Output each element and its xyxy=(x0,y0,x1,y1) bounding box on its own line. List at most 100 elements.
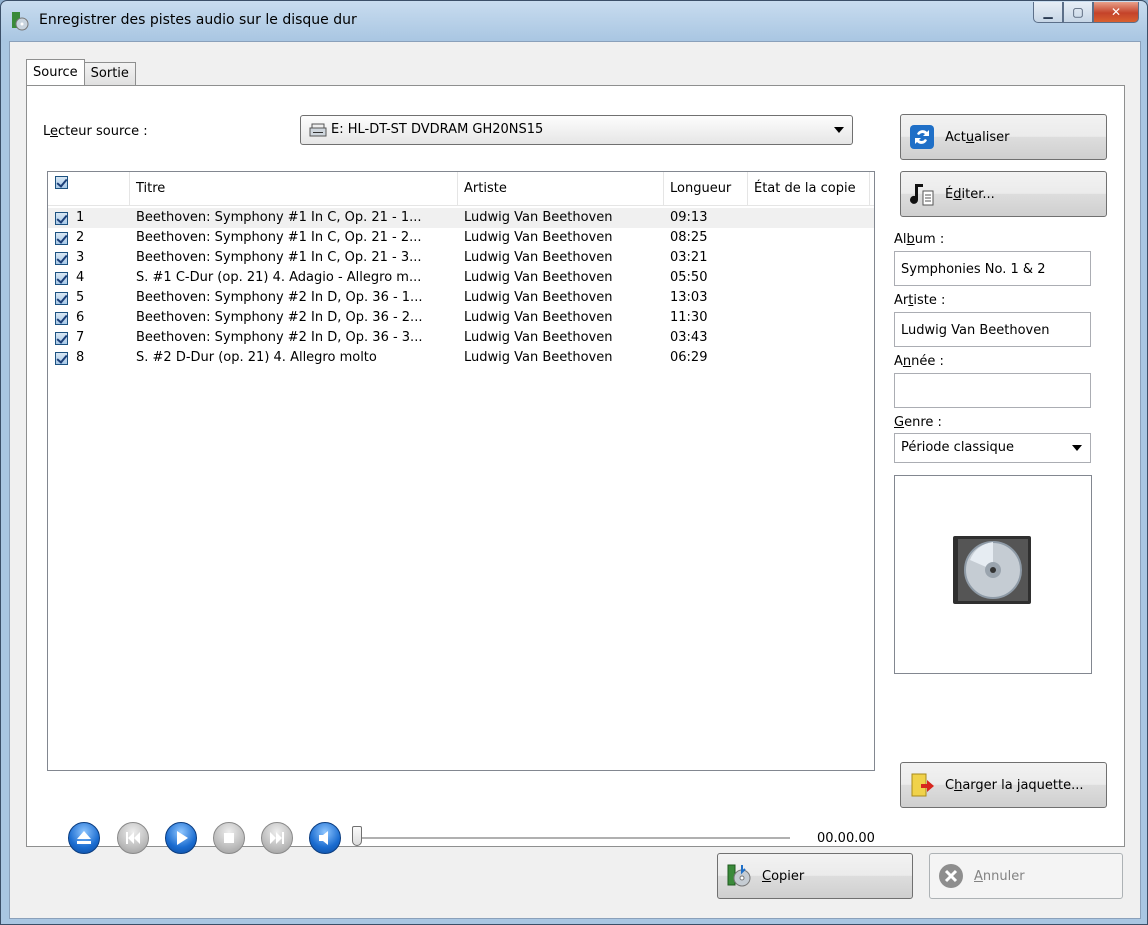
track-length: 08:25 xyxy=(670,230,708,245)
track-number: 6 xyxy=(76,310,85,325)
year-field[interactable] xyxy=(894,373,1091,408)
table-row[interactable]: 7 Beethoven: Symphony #2 In D, Op. 36 - 3… xyxy=(48,328,874,348)
close-icon: ✕ xyxy=(1110,5,1122,19)
track-checkbox[interactable] xyxy=(55,332,68,345)
seek-thumb[interactable] xyxy=(352,826,362,846)
tab-sortie[interactable]: Sortie xyxy=(83,62,136,85)
play-button[interactable] xyxy=(165,822,197,854)
stop-button[interactable] xyxy=(213,822,245,854)
track-title: S. #1 C-Dur (op. 21) 4. Adagio - Allegro… xyxy=(136,270,422,285)
drive-icon xyxy=(309,123,327,137)
select-all-column[interactable] xyxy=(48,172,130,205)
table-row[interactable]: 1 Beethoven: Symphony #1 In C, Op. 21 - 1… xyxy=(48,208,874,228)
load-cover-button[interactable]: Charger la jaquette... xyxy=(900,762,1107,808)
source-panel: Lecteur source : E: HL-DT-ST DVDRAM GH20… xyxy=(26,85,1125,854)
cd-case-icon xyxy=(953,536,1031,604)
album-field[interactable]: Symphonies No. 1 & 2 xyxy=(894,251,1091,286)
genre-label: Genre : xyxy=(894,415,942,430)
next-icon xyxy=(270,832,284,844)
track-list[interactable]: Titre Artiste Longueur État de la copie … xyxy=(47,171,875,771)
track-title: Beethoven: Symphony #2 In D, Op. 36 - 2.… xyxy=(136,310,423,325)
source-drive-label: Lecteur source : xyxy=(43,124,148,139)
table-row[interactable]: 2 Beethoven: Symphony #1 In C, Op. 21 - 2… xyxy=(48,228,874,248)
table-row[interactable]: 5 Beethoven: Symphony #2 In D, Op. 36 - 1… xyxy=(48,288,874,308)
next-button[interactable] xyxy=(261,822,293,854)
copy-rip-icon xyxy=(727,864,751,887)
column-artist[interactable]: Artiste xyxy=(458,172,664,205)
cancel-label: Annuler xyxy=(974,868,1025,884)
genre-select[interactable]: Période classique xyxy=(894,433,1091,463)
track-number: 4 xyxy=(76,270,85,285)
track-list-header: Titre Artiste Longueur État de la copie xyxy=(48,172,874,206)
track-length: 03:43 xyxy=(670,330,708,345)
volume-button[interactable] xyxy=(309,822,341,854)
track-artist: Ludwig Van Beethoven xyxy=(464,230,613,245)
track-number: 1 xyxy=(76,210,85,225)
minimize-button[interactable]: ▁ xyxy=(1033,2,1063,23)
track-artist: Ludwig Van Beethoven xyxy=(464,270,613,285)
dialog-body: Source Sortie Lecteur source : E: HL-DT-… xyxy=(9,41,1141,919)
cancel-button[interactable]: Annuler xyxy=(929,853,1123,899)
edit-button[interactable]: Éditer... xyxy=(900,171,1107,217)
previous-button[interactable] xyxy=(117,822,149,854)
track-artist: Ludwig Van Beethoven xyxy=(464,210,613,225)
eject-button[interactable] xyxy=(68,822,100,854)
track-checkbox[interactable] xyxy=(55,292,68,305)
cancel-icon xyxy=(939,864,963,888)
source-drive-value: E: HL-DT-ST DVDRAM GH20NS15 xyxy=(331,122,544,137)
chevron-down-icon xyxy=(834,127,844,133)
cover-art-box xyxy=(894,475,1092,674)
table-row[interactable]: 6 Beethoven: Symphony #2 In D, Op. 36 - 2… xyxy=(48,308,874,328)
track-number: 3 xyxy=(76,250,85,265)
source-drive-select[interactable]: E: HL-DT-ST DVDRAM GH20NS15 xyxy=(300,115,853,145)
track-length: 06:29 xyxy=(670,350,708,365)
copy-label: Copier xyxy=(762,868,805,884)
table-row[interactable]: 8 S. #2 D-Dur (op. 21) 4. Allegro molto Lu… xyxy=(48,348,874,368)
artist-field[interactable]: Ludwig Van Beethoven xyxy=(894,312,1091,347)
stop-icon xyxy=(224,833,234,843)
edit-label: Éditer... xyxy=(945,186,995,202)
maximize-button[interactable]: ▢ xyxy=(1063,2,1093,23)
maximize-icon: ▢ xyxy=(1072,5,1084,19)
load-cover-label: Charger la jaquette... xyxy=(945,777,1084,793)
track-title: Beethoven: Symphony #2 In D, Op. 36 - 1.… xyxy=(136,290,423,305)
track-length: 09:13 xyxy=(670,210,708,225)
track-artist: Ludwig Van Beethoven xyxy=(464,310,613,325)
track-artist: Ludwig Van Beethoven xyxy=(464,290,613,305)
track-length: 13:03 xyxy=(670,290,708,305)
select-all-checkbox[interactable] xyxy=(55,176,68,189)
track-checkbox[interactable] xyxy=(55,312,68,325)
track-checkbox[interactable] xyxy=(55,272,68,285)
track-checkbox[interactable] xyxy=(55,252,68,265)
tab-source[interactable]: Source xyxy=(26,59,85,85)
track-checkbox[interactable] xyxy=(55,212,68,225)
copy-button[interactable]: Copier xyxy=(717,853,913,899)
column-title[interactable]: Titre xyxy=(130,172,458,205)
previous-icon xyxy=(126,832,140,844)
app-window: Enregistrer des pistes audio sur le disq… xyxy=(0,0,1148,925)
seek-track[interactable] xyxy=(357,837,790,840)
track-title: Beethoven: Symphony #1 In C, Op. 21 - 3.… xyxy=(136,250,422,265)
play-icon xyxy=(177,831,188,845)
track-length: 05:50 xyxy=(670,270,708,285)
track-number: 7 xyxy=(76,330,85,345)
column-length[interactable]: Longueur xyxy=(664,172,748,205)
track-length: 11:30 xyxy=(670,310,708,325)
track-checkbox[interactable] xyxy=(55,352,68,365)
tab-strip: Source Sortie xyxy=(26,59,136,85)
track-checkbox[interactable] xyxy=(55,232,68,245)
track-artist: Ludwig Van Beethoven xyxy=(464,250,613,265)
genre-value: Période classique xyxy=(901,440,1015,455)
track-number: 2 xyxy=(76,230,85,245)
refresh-label: Actualiser xyxy=(945,129,1010,145)
track-number: 5 xyxy=(76,290,85,305)
track-title: Beethoven: Symphony #1 In C, Op. 21 - 2.… xyxy=(136,230,422,245)
music-note-icon xyxy=(910,184,934,206)
table-row[interactable]: 4 S. #1 C-Dur (op. 21) 4. Adagio - Allegr… xyxy=(48,268,874,288)
title-bar[interactable]: Enregistrer des pistes audio sur le disq… xyxy=(1,1,1147,41)
speaker-icon xyxy=(319,831,328,845)
table-row[interactable]: 3 Beethoven: Symphony #1 In C, Op. 21 - 3… xyxy=(48,248,874,268)
refresh-button[interactable]: Actualiser xyxy=(900,114,1107,160)
close-button[interactable]: ✕ xyxy=(1093,2,1139,23)
column-copy-state[interactable]: État de la copie xyxy=(748,172,870,205)
